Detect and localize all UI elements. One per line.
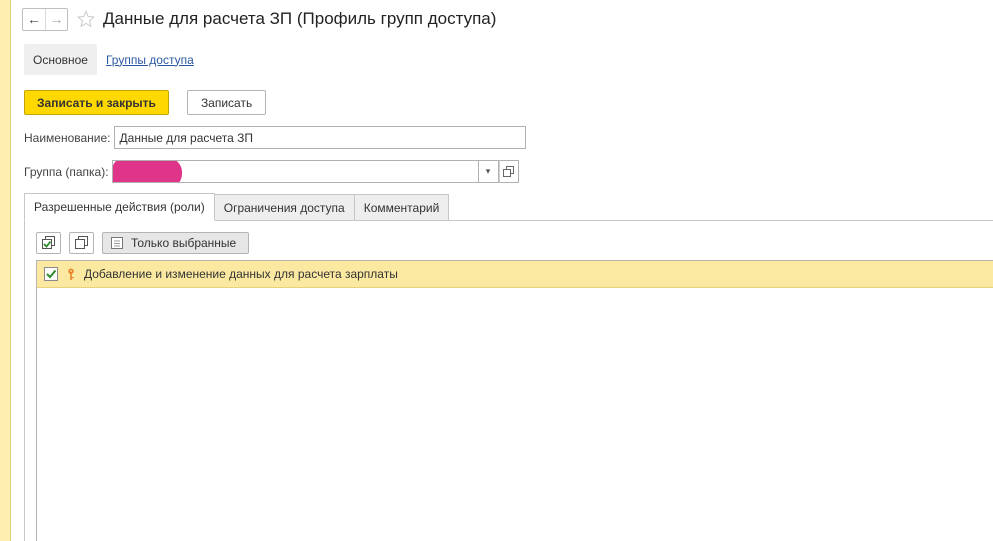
list-checkbox-icon bbox=[111, 237, 123, 249]
save-and-close-button[interactable]: Записать и закрыть bbox=[24, 90, 169, 115]
tab-access-groups[interactable]: Группы доступа bbox=[97, 44, 203, 75]
name-label: Наименование: bbox=[24, 130, 111, 145]
history-navigation: ← → bbox=[22, 7, 68, 31]
role-label: Добавление и изменение данных для расчет… bbox=[84, 267, 398, 281]
group-open-button[interactable] bbox=[498, 160, 519, 183]
list-item[interactable]: Добавление и изменение данных для расчет… bbox=[37, 261, 993, 288]
tab-access-restrictions[interactable]: Ограничения доступа bbox=[214, 194, 355, 221]
star-icon[interactable] bbox=[76, 9, 96, 29]
check-all-button[interactable] bbox=[36, 232, 61, 254]
uncheck-all-icon bbox=[75, 236, 88, 249]
back-button[interactable]: ← bbox=[23, 9, 45, 30]
save-button[interactable]: Записать bbox=[186, 90, 267, 115]
page-title: Данные для расчета ЗП (Профиль групп дос… bbox=[103, 9, 497, 28]
redaction-mark bbox=[112, 161, 182, 182]
window-titlebar: ← → Данные для расчета ЗП (Профиль групп… bbox=[22, 6, 496, 32]
chevron-down-icon: ▾ bbox=[485, 166, 491, 176]
arrow-left-icon: ← bbox=[27, 11, 41, 27]
forward-button[interactable]: → bbox=[45, 8, 67, 30]
group-field-row: Группа (папка): ▾ bbox=[24, 160, 519, 183]
roles-toolbar: Только выбранные bbox=[36, 232, 250, 254]
arrow-right-icon: → bbox=[49, 11, 64, 27]
group-dropdown-button[interactable]: ▾ bbox=[478, 160, 499, 183]
only-selected-label: Только выбранные bbox=[131, 236, 237, 250]
checkmark-icon bbox=[46, 269, 57, 279]
left-side-panel bbox=[0, 0, 11, 541]
roles-list: Добавление и изменение данных для расчет… bbox=[36, 260, 993, 541]
only-selected-toggle[interactable]: Только выбранные bbox=[102, 232, 250, 254]
role-checkbox[interactable] bbox=[44, 267, 58, 281]
open-window-icon bbox=[503, 166, 515, 177]
tab-main[interactable]: Основное bbox=[24, 44, 97, 75]
name-field-row: Наименование: Данные для расчета ЗП bbox=[24, 126, 526, 149]
tab-comment[interactable]: Комментарий bbox=[354, 194, 450, 221]
tab-allowed-actions[interactable]: Разрешенные действия (роли) bbox=[24, 193, 215, 221]
uncheck-all-button[interactable] bbox=[69, 232, 94, 254]
check-all-icon bbox=[42, 236, 55, 249]
key-icon bbox=[66, 267, 76, 281]
name-input[interactable]: Данные для расчета ЗП bbox=[113, 126, 526, 149]
group-input[interactable] bbox=[111, 160, 479, 183]
group-label: Группа (папка): bbox=[24, 164, 109, 179]
command-bar: Записать и закрыть Записать bbox=[24, 90, 267, 115]
section-navigation: Основное Группы доступа bbox=[24, 44, 203, 75]
page-tabs: Разрешенные действия (роли) Ограничения … bbox=[24, 193, 450, 221]
